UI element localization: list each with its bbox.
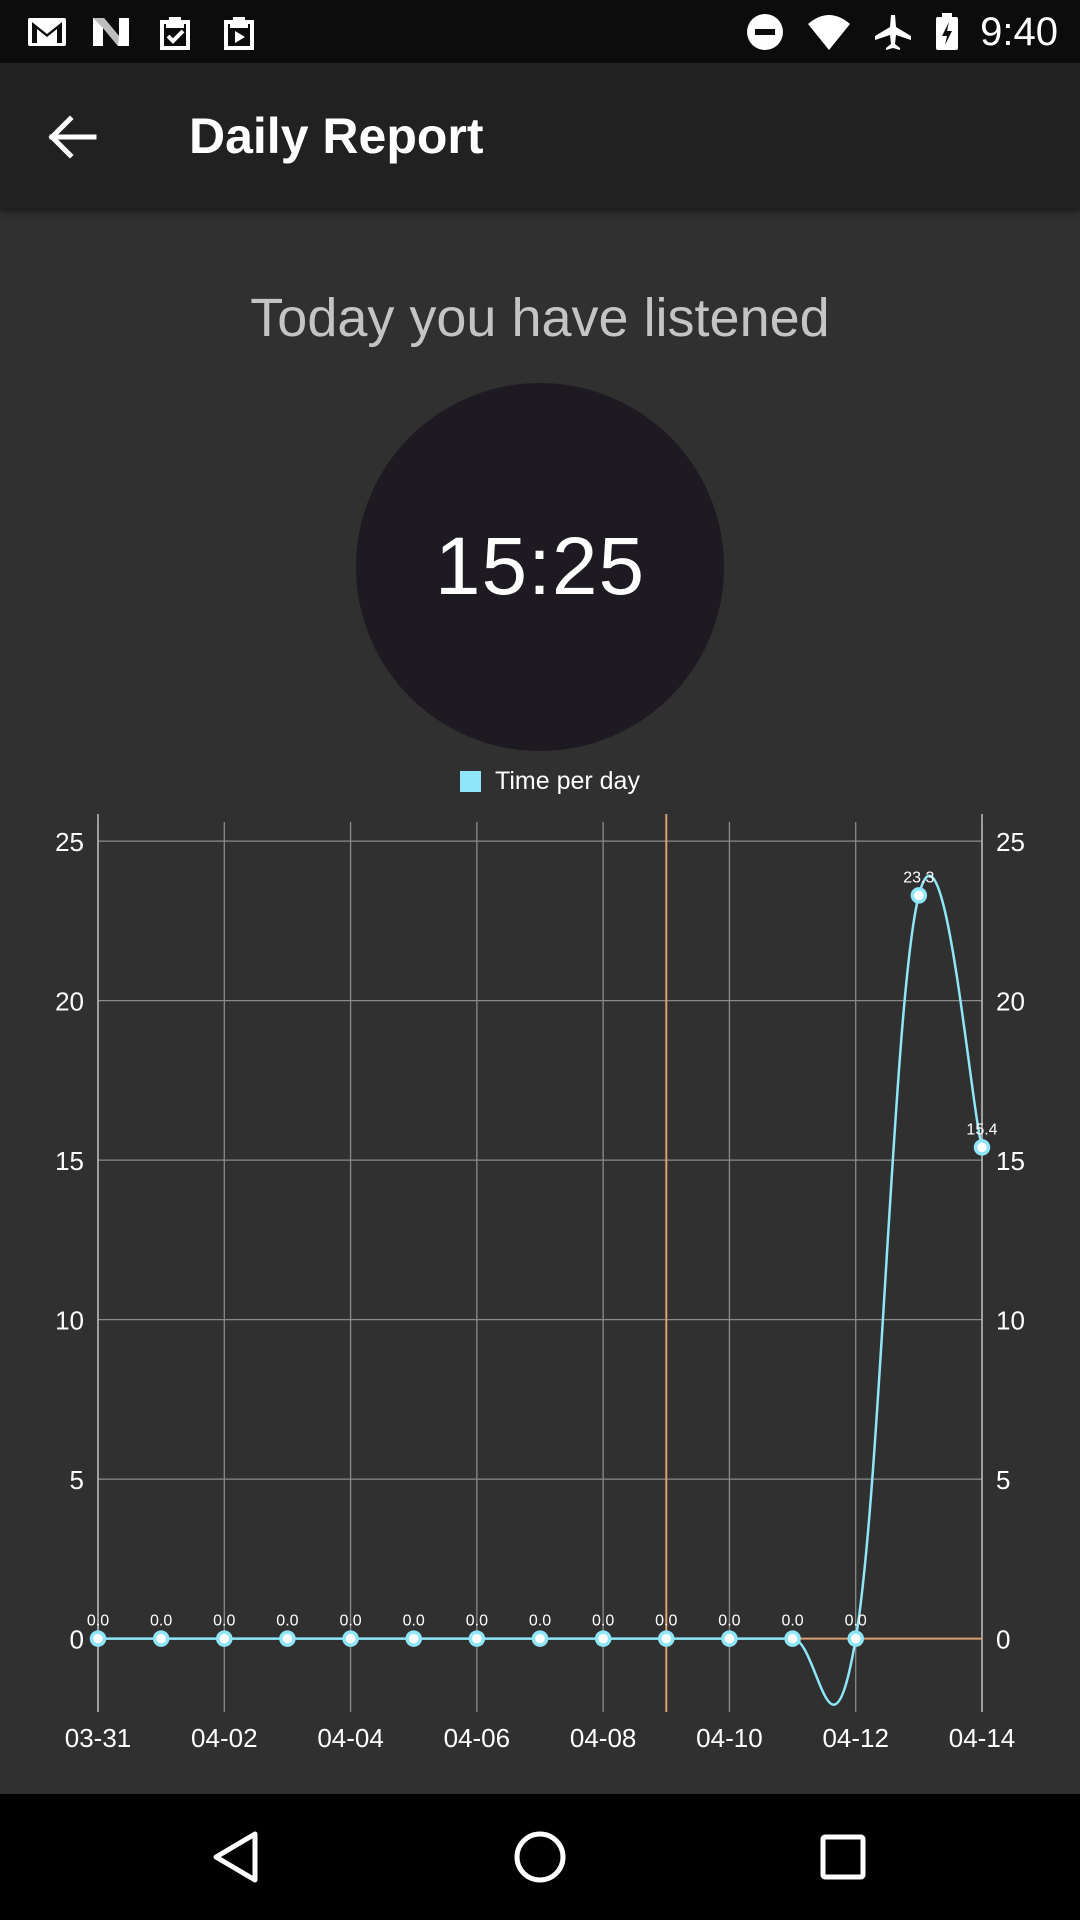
listening-time: 15:25: [434, 521, 646, 612]
x-tick-label: 04-04: [317, 1723, 384, 1753]
app-bar: Daily Report: [0, 63, 1080, 209]
status-bar: 9:40: [0, 0, 1080, 63]
data-label: 0.0: [655, 1613, 677, 1630]
data-label: 0.0: [403, 1613, 425, 1630]
nav-home-icon[interactable]: [507, 1824, 573, 1890]
data-point: [152, 1630, 170, 1647]
data-point: [216, 1630, 233, 1647]
clipboard-play-icon: [224, 17, 254, 50]
data-label: 0.0: [466, 1613, 488, 1630]
nav-back-icon[interactable]: [203, 1824, 269, 1890]
data-label: 0.0: [592, 1613, 614, 1630]
data-point: [342, 1630, 359, 1647]
data-label: 0.0: [339, 1613, 361, 1630]
y-tick-label-left: 20: [55, 987, 84, 1017]
clipboard-check-icon: [160, 17, 190, 50]
y-tick-label-left: 15: [55, 1146, 84, 1176]
data-label: 0.0: [529, 1613, 551, 1630]
navigation-bar: [0, 1794, 1080, 1920]
listened-headline: Today you have listened: [250, 288, 830, 348]
chart-legend: Time per day: [460, 766, 640, 796]
wifi-icon: [808, 15, 851, 50]
y-tick-label-right: 25: [996, 827, 1025, 857]
y-tick-label-right: 5: [996, 1465, 1010, 1495]
battery-charging-icon: [936, 13, 959, 50]
data-label: 0.0: [718, 1613, 740, 1630]
y-tick-label-right: 15: [996, 1146, 1025, 1176]
data-point: [784, 1630, 801, 1647]
x-tick-label: 04-14: [949, 1723, 1016, 1753]
data-point: [847, 1630, 864, 1647]
data-point: [721, 1630, 738, 1647]
gmail-icon: [28, 18, 66, 46]
data-point: [405, 1630, 422, 1647]
data-label: 0.0: [781, 1613, 803, 1630]
x-tick-label: 04-10: [696, 1723, 763, 1753]
data-point: [89, 1630, 107, 1647]
x-tick-label: 04-06: [444, 1723, 511, 1753]
data-label: 0.0: [213, 1613, 235, 1630]
data-point: [910, 887, 928, 904]
nav-recents-icon[interactable]: [810, 1824, 876, 1890]
status-time: 9:40: [980, 10, 1058, 54]
arrow-back-icon[interactable]: [38, 103, 106, 171]
data-label: 23.3: [903, 869, 934, 886]
y-tick-label-left: 10: [55, 1306, 84, 1336]
data-label: 0.0: [87, 1613, 109, 1630]
data-label: 15.4: [966, 1121, 997, 1138]
page-title: Daily Report: [189, 108, 484, 164]
listening-timer-circle: 15:25: [356, 383, 724, 751]
legend-swatch: [460, 770, 481, 792]
data-label: 0.0: [276, 1613, 298, 1630]
n-logo-icon: [93, 18, 129, 46]
data-point: [531, 1630, 549, 1647]
x-tick-label: 03-31: [65, 1723, 132, 1753]
y-tick-label-left: 25: [55, 827, 84, 857]
data-label: 0.0: [150, 1613, 172, 1630]
airplane-icon: [875, 15, 912, 50]
legend-label: Time per day: [495, 766, 640, 795]
y-tick-label-right: 10: [996, 1306, 1025, 1336]
data-point: [279, 1630, 296, 1647]
data-point: [468, 1630, 486, 1647]
y-tick-label-left: 5: [70, 1465, 84, 1495]
y-tick-label-left: 0: [70, 1625, 84, 1655]
data-label: 0.0: [845, 1613, 867, 1630]
do-not-disturb-icon: [747, 14, 784, 50]
x-tick-label: 04-02: [191, 1723, 258, 1753]
data-point: [658, 1630, 675, 1647]
x-tick-label: 04-08: [570, 1723, 637, 1753]
data-point: [594, 1630, 612, 1647]
data-point: [973, 1139, 991, 1156]
y-tick-label-right: 0: [996, 1625, 1010, 1655]
y-tick-label-right: 20: [996, 987, 1025, 1017]
time-per-day-chart[interactable]: 0 0 5 5 10 10 15 15 20 20 25 25 03-31 04-02 04-04 04-06…: [0, 810, 1080, 1770]
x-tick-label: 04-12: [822, 1723, 889, 1753]
